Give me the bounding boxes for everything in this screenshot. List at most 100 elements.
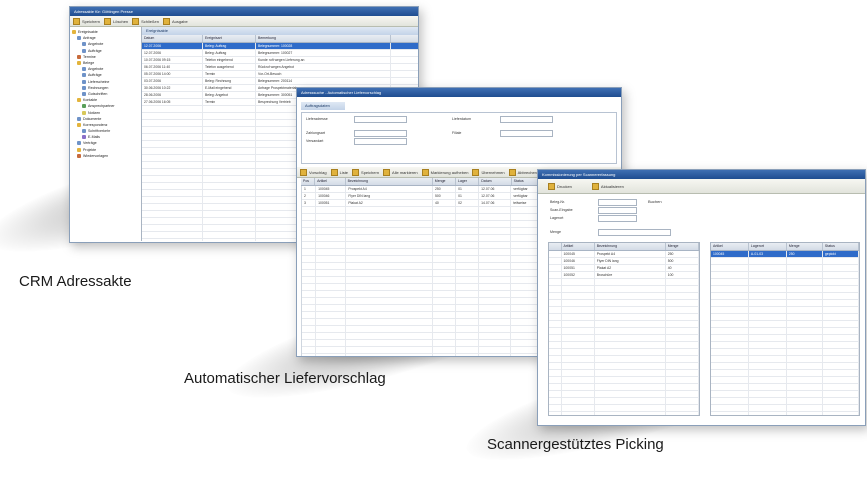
toolbar-button[interactable]: Ausgabe [162, 17, 188, 25]
tree-item[interactable]: Wiedervorlagen [72, 153, 139, 159]
column-header[interactable] [549, 243, 562, 250]
table-row[interactable] [711, 328, 859, 335]
table-row[interactable]: 05.07.2006 14:00 Termin Vor-Ort-Besuch [142, 71, 418, 78]
column-header[interactable]: Bemerkung [256, 35, 391, 42]
column-header[interactable]: Menge [433, 178, 457, 185]
table-row[interactable] [711, 370, 859, 377]
column-header[interactable]: Menge [666, 243, 699, 250]
field-input[interactable] [500, 116, 553, 123]
tab-auftragsdaten[interactable]: Auftragsdaten [301, 102, 345, 110]
table-row[interactable] [549, 335, 699, 342]
table-row[interactable] [549, 356, 699, 363]
toolbar-button[interactable]: Schließen [132, 17, 159, 25]
table-row[interactable] [711, 384, 859, 391]
table-row[interactable] [549, 300, 699, 307]
field-input[interactable] [354, 130, 407, 137]
table-row[interactable] [549, 279, 699, 286]
table-row[interactable] [549, 342, 699, 349]
column-header[interactable]: Menge [787, 243, 823, 250]
column-header[interactable]: Artikel [562, 243, 595, 250]
table-row[interactable] [711, 412, 859, 415]
table-row[interactable]: 12.07.2006 Beleg: Auftrag Belegnummer: 100… [142, 43, 418, 50]
table-row[interactable] [711, 398, 859, 405]
table-cell [787, 398, 823, 404]
table-row[interactable] [711, 391, 859, 398]
field-input[interactable] [598, 207, 637, 214]
table-row[interactable] [711, 307, 859, 314]
table-row[interactable]: 100051 Plakat A2 40 [549, 265, 699, 272]
table-row[interactable] [711, 321, 859, 328]
table-row[interactable] [549, 370, 699, 377]
column-header[interactable]: Bezeichnung [346, 178, 433, 185]
table-row[interactable]: 100046 Flyer DIN lang 500 [549, 258, 699, 265]
table-row[interactable] [549, 377, 699, 384]
table-row[interactable]: 100045 A-01-03 250 gepickt [711, 251, 859, 258]
field-input[interactable] [598, 215, 637, 222]
table-cell [456, 235, 480, 241]
table-row[interactable] [549, 293, 699, 300]
table-row[interactable] [711, 377, 859, 384]
table-row[interactable] [549, 321, 699, 328]
table-row[interactable] [711, 300, 859, 307]
column-header[interactable]: Status [823, 243, 859, 250]
column-header[interactable]: Lager [456, 178, 480, 185]
table-row[interactable]: 100052 Broschüre 100 [549, 272, 699, 279]
column-header[interactable]: Artikel [315, 178, 346, 185]
toolbar-button[interactable]: Aktualisieren [591, 182, 624, 190]
table-row[interactable]: 03.07.2006 Beleg: Rechnung Belegnummer: 20… [142, 78, 418, 85]
field-input[interactable] [354, 116, 407, 123]
table-row[interactable] [711, 349, 859, 356]
field-input[interactable] [598, 199, 637, 206]
toolbar-button[interactable]: Löschen [104, 17, 128, 25]
table-row[interactable] [549, 314, 699, 321]
table-row[interactable] [711, 335, 859, 342]
table-row[interactable] [549, 307, 699, 314]
toolbar-button[interactable]: Markierung aufheben [421, 168, 468, 176]
table-row[interactable] [549, 405, 699, 412]
book-button[interactable]: Buchen [648, 199, 662, 204]
table-row[interactable] [549, 363, 699, 370]
table-row[interactable] [549, 412, 699, 415]
toolbar-button[interactable]: Abbrechen [508, 168, 537, 176]
toolbar-button[interactable]: Speichern [352, 168, 379, 176]
table-row[interactable]: 100045 Prospekt A4 250 [549, 251, 699, 258]
column-header[interactable]: Pos [301, 178, 316, 185]
field-input[interactable] [354, 138, 407, 145]
field-input[interactable] [500, 130, 553, 137]
column-header[interactable]: Datum [142, 35, 203, 42]
toolbar-button[interactable]: Drucken [548, 182, 572, 190]
table-row[interactable] [711, 363, 859, 370]
field-input[interactable] [598, 229, 671, 236]
toolbar-button[interactable]: Speichern [73, 17, 100, 25]
table-row[interactable]: 06.07.2006 11:40 Telefon ausgehend Rückruf… [142, 64, 418, 71]
picked-grid[interactable]: Artikel Lagerort Menge Status 100045 A-01-03… [710, 242, 860, 416]
toolbar-button[interactable]: Alle markieren [383, 168, 418, 176]
table-row[interactable] [549, 286, 699, 293]
table-row[interactable] [549, 384, 699, 391]
table-row[interactable] [711, 405, 859, 412]
column-header[interactable]: Bezeichnung [595, 243, 666, 250]
table-row[interactable] [549, 328, 699, 335]
pick-list-grid[interactable]: Artikel Bezeichnung Menge 100045 Prospekt A… [548, 242, 700, 416]
table-row[interactable] [711, 314, 859, 321]
table-row[interactable] [549, 391, 699, 398]
table-row[interactable] [711, 265, 859, 272]
table-row[interactable] [549, 398, 699, 405]
column-header[interactable]: Lagerort [749, 243, 787, 250]
toolbar-button[interactable]: Liste [330, 168, 348, 176]
table-row[interactable] [711, 293, 859, 300]
table-row[interactable] [549, 349, 699, 356]
table-row[interactable] [711, 356, 859, 363]
table-row[interactable] [711, 342, 859, 349]
table-row[interactable] [711, 258, 859, 265]
toolbar-button[interactable]: Übernehmen [472, 168, 505, 176]
column-header[interactable]: Artikel [711, 243, 749, 250]
column-header[interactable]: Ereignisart [203, 35, 256, 42]
table-row[interactable] [711, 286, 859, 293]
table-row[interactable] [711, 279, 859, 286]
toolbar-button[interactable]: Vorschlag [300, 168, 327, 176]
column-header[interactable]: Datum [479, 178, 512, 185]
table-row[interactable]: 10.07.2006 09:15 Telefon eingehend Kunde r… [142, 57, 418, 64]
table-row[interactable]: 12.07.2006 Beleg: Auftrag Belegnummer: 100… [142, 50, 418, 57]
table-row[interactable] [711, 272, 859, 279]
